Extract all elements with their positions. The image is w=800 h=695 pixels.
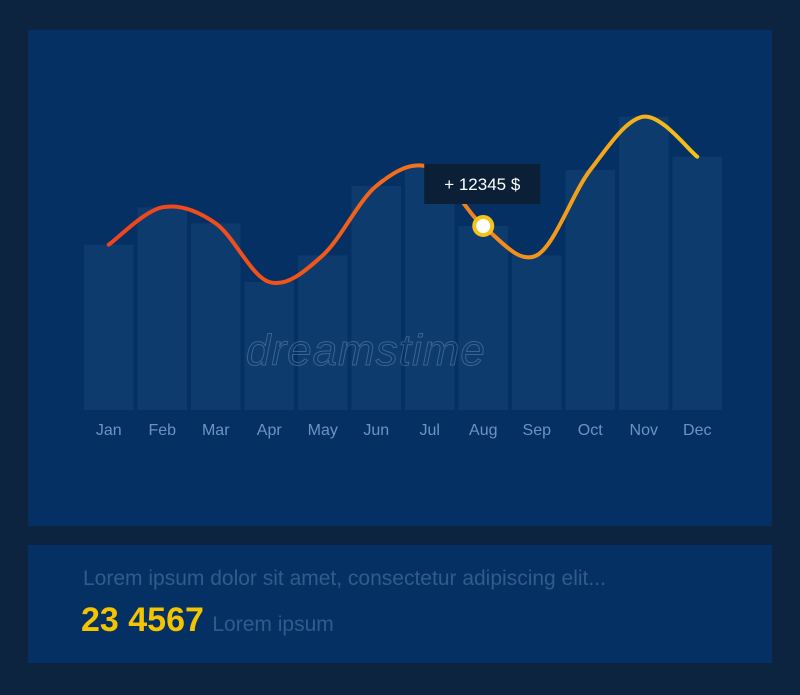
watermark: dreamstime [246, 326, 486, 376]
info-caption: Lorem ipsum dolor sit amet, consectetur … [83, 567, 606, 590]
line-chart: Jan Feb Mar Apr May Jun Jul Aug Sep Oct Nov Dec + 1… [84, 114, 722, 439]
tick-label-feb: Feb [148, 422, 176, 439]
bar-aug [458, 226, 508, 410]
stat-value: 23 4567 [81, 601, 204, 639]
tick-label-apr: Apr [257, 422, 283, 439]
bar-jun [351, 186, 401, 410]
chart-panel: Jan Feb Mar Apr May Jun Jul Aug Sep Oct Nov Dec + 1… [28, 30, 772, 526]
x-axis-ticks: Jan Feb Mar Apr May Jun Jul Aug Sep Oct Nov Dec [96, 422, 712, 439]
tick-label-jun: Jun [363, 422, 389, 439]
tick-label-mar: Mar [202, 422, 230, 439]
highlight-marker[interactable] [472, 215, 495, 237]
tick-label-jan: Jan [96, 422, 122, 439]
tooltip-label: + 12345 $ [444, 175, 521, 194]
bar-mar [191, 223, 241, 410]
tick-label-nov: Nov [630, 422, 658, 439]
stat-row: 23 4567 Lorem ipsum [81, 601, 334, 640]
tick-label-sep: Sep [523, 422, 552, 439]
bar-feb [137, 207, 187, 410]
tick-label-jul: Jul [420, 422, 440, 439]
bar-jan [84, 244, 134, 410]
tick-label-may: May [308, 422, 338, 439]
info-panel: Lorem ipsum dolor sit amet, consectetur … [28, 545, 772, 663]
tick-label-aug: Aug [469, 422, 497, 439]
stat-label: Lorem ipsum [212, 613, 334, 636]
tick-label-dec: Dec [683, 422, 711, 439]
bar-oct [565, 170, 615, 410]
dashboard-card: Jan Feb Mar Apr May Jun Jul Aug Sep Oct Nov Dec + 1… [0, 0, 800, 695]
bar-sep [512, 255, 562, 410]
bar-nov [619, 116, 669, 411]
bar-dec [672, 156, 722, 410]
tick-label-oct: Oct [578, 422, 603, 439]
